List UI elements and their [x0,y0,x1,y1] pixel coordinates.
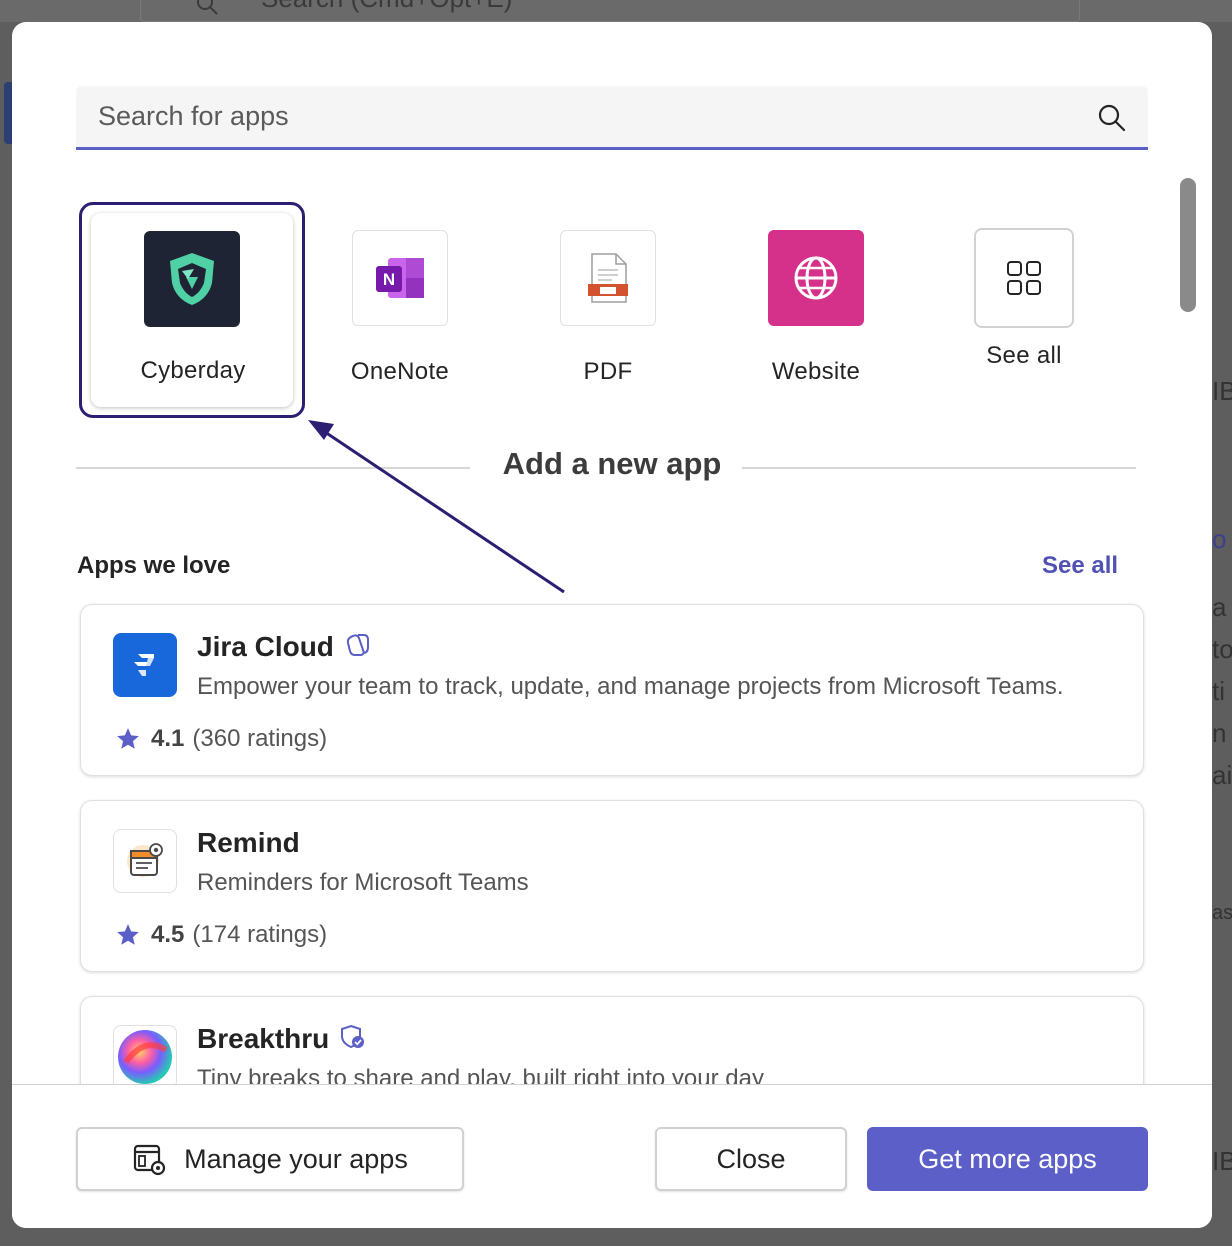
app-card-name: Remind [197,827,300,858]
manage-apps-button[interactable]: Manage your apps [76,1127,464,1191]
dialog-footer: Manage your apps Close Get more apps [12,1084,1212,1228]
background-text-fragment: IB [1212,1146,1232,1176]
ratings-count: (174 ratings) [192,921,328,948]
rating-value: 4.1 [151,725,185,752]
manage-apps-icon [134,1144,166,1176]
background-text-fragment: ti [1212,676,1225,706]
background-text-fragment: o [1212,524,1227,554]
app-search-input[interactable] [98,96,1058,136]
app-rating: 4.5 (174 ratings) [115,921,327,949]
app-tile-label: See all [986,342,1062,369]
cyberday-logo-icon [144,231,240,327]
add-app-dialog: Cyberday N OneNote PDF Website See all A… [12,22,1212,1228]
app-tile-label: OneNote [350,358,450,385]
globe-icon [768,230,864,326]
onenote-logo-icon: N [352,230,448,326]
svg-text:N: N [383,270,395,289]
app-tile-onenote[interactable]: N OneNote [300,212,500,408]
app-tile-label: Cyberday [140,357,246,384]
background-text-fragment: n [1212,718,1227,748]
background-text-fragment: a - [1212,592,1232,622]
background-search-icon [197,0,218,15]
background-text-fragment: as [1212,902,1232,924]
app-tile-label: PDF [583,358,633,385]
get-more-apps-button[interactable]: Get more apps [867,1127,1148,1191]
background-text-fragment: IB [1212,376,1232,406]
apps-we-love-title: Apps we love [77,552,231,579]
background-left-rail-item [4,82,12,144]
scrollbar-thumb[interactable] [1180,178,1196,312]
app-tile-website[interactable]: Website [716,212,916,408]
app-card-description: Reminders for Microsoft Teams [197,869,529,896]
divider-line-right [742,467,1136,469]
star-icon [117,924,139,945]
pdf-icon [560,230,656,326]
search-icon[interactable] [1096,102,1128,134]
divider-line-left [76,467,470,469]
close-button[interactable]: Close [655,1127,847,1191]
app-search-box [76,86,1148,150]
see-all-link[interactable]: See all [1042,552,1118,580]
app-card-description: Empower your team to track, update, and … [197,673,1064,700]
breakthru-logo-icon [113,1025,177,1089]
jira-logo-icon [113,633,177,697]
app-tile-label: Website [771,358,861,385]
rating-value: 4.5 [151,921,185,948]
app-tile-pdf[interactable]: PDF [508,212,708,408]
remind-logo-icon [113,829,177,893]
verified-shield-icon [339,1023,367,1058]
grid-icon [974,228,1074,328]
app-card-remind[interactable]: Remind Reminders for Microsoft Teams 4.5… [80,800,1144,972]
star-icon [117,728,139,749]
see-all-apps-tile[interactable]: See all [924,196,1124,392]
app-card-name: Breakthru [197,1023,367,1058]
app-card-name: Jira Cloud [197,631,372,666]
background-text-fragment: to [1212,634,1232,664]
background-text-fragment: ai [1212,760,1232,790]
add-new-app-heading: Add a new app [502,446,722,481]
copilot-icon [344,631,372,666]
app-rating: 4.1 (360 ratings) [115,725,327,753]
app-tile-cyberday[interactable]: Cyberday [79,202,305,418]
app-card-jira-cloud[interactable]: Jira Cloud Empower your team to track, u… [80,604,1144,776]
ratings-count: (360 ratings) [192,725,328,752]
background-search-bar: Search (Cmd+Opt+E) [140,0,1080,22]
manage-apps-label: Manage your apps [184,1143,408,1174]
